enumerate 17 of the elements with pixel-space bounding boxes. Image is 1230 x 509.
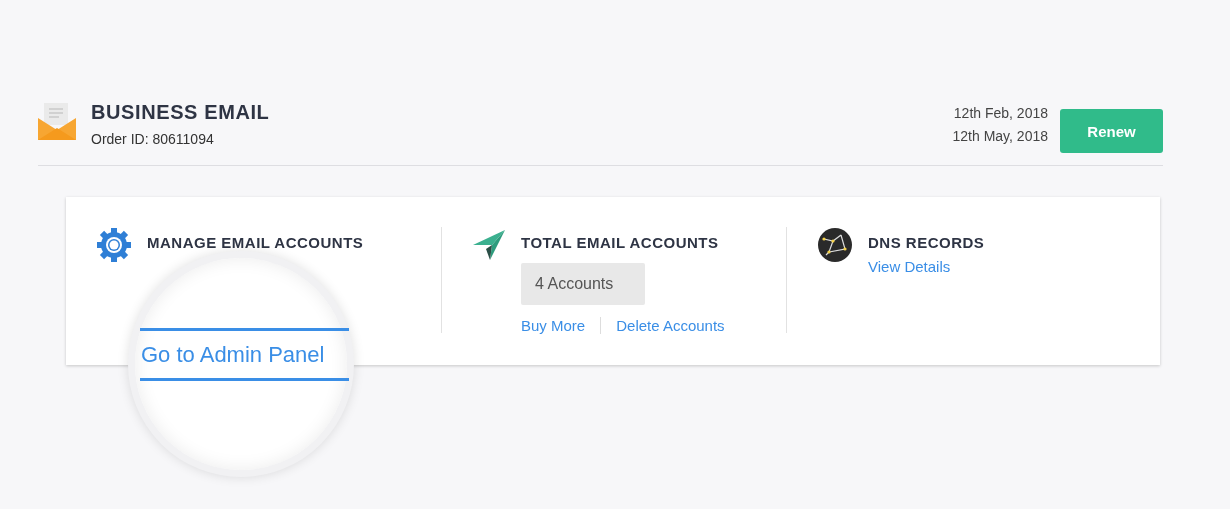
paper-plane-icon	[472, 227, 506, 261]
product-title: BUSINESS EMAIL	[91, 101, 270, 124]
renew-button[interactable]: Renew	[1060, 109, 1163, 153]
link[interactable]: Delete Accounts	[600, 317, 725, 334]
constellation-icon	[817, 227, 853, 263]
account-count: 4 Accounts	[521, 263, 645, 305]
date: 12th May, 2018	[952, 128, 1048, 144]
admin-panel-link[interactable]: Go to Admin Panel	[141, 341, 325, 368]
link[interactable]: View Details	[868, 258, 951, 275]
envelope-icon	[38, 102, 76, 140]
section-title: TOTAL EMAIL ACCOUNTS	[521, 234, 720, 251]
section-title: MANAGE EMAIL ACCOUNTS	[147, 234, 364, 251]
date: 12th Feb, 2018	[953, 105, 1048, 121]
link[interactable]: Buy More	[521, 317, 586, 334]
order-id: Order ID: 80611094	[91, 131, 215, 147]
section-title: DNS RECORDS	[868, 234, 985, 251]
gear-icon	[96, 227, 132, 263]
